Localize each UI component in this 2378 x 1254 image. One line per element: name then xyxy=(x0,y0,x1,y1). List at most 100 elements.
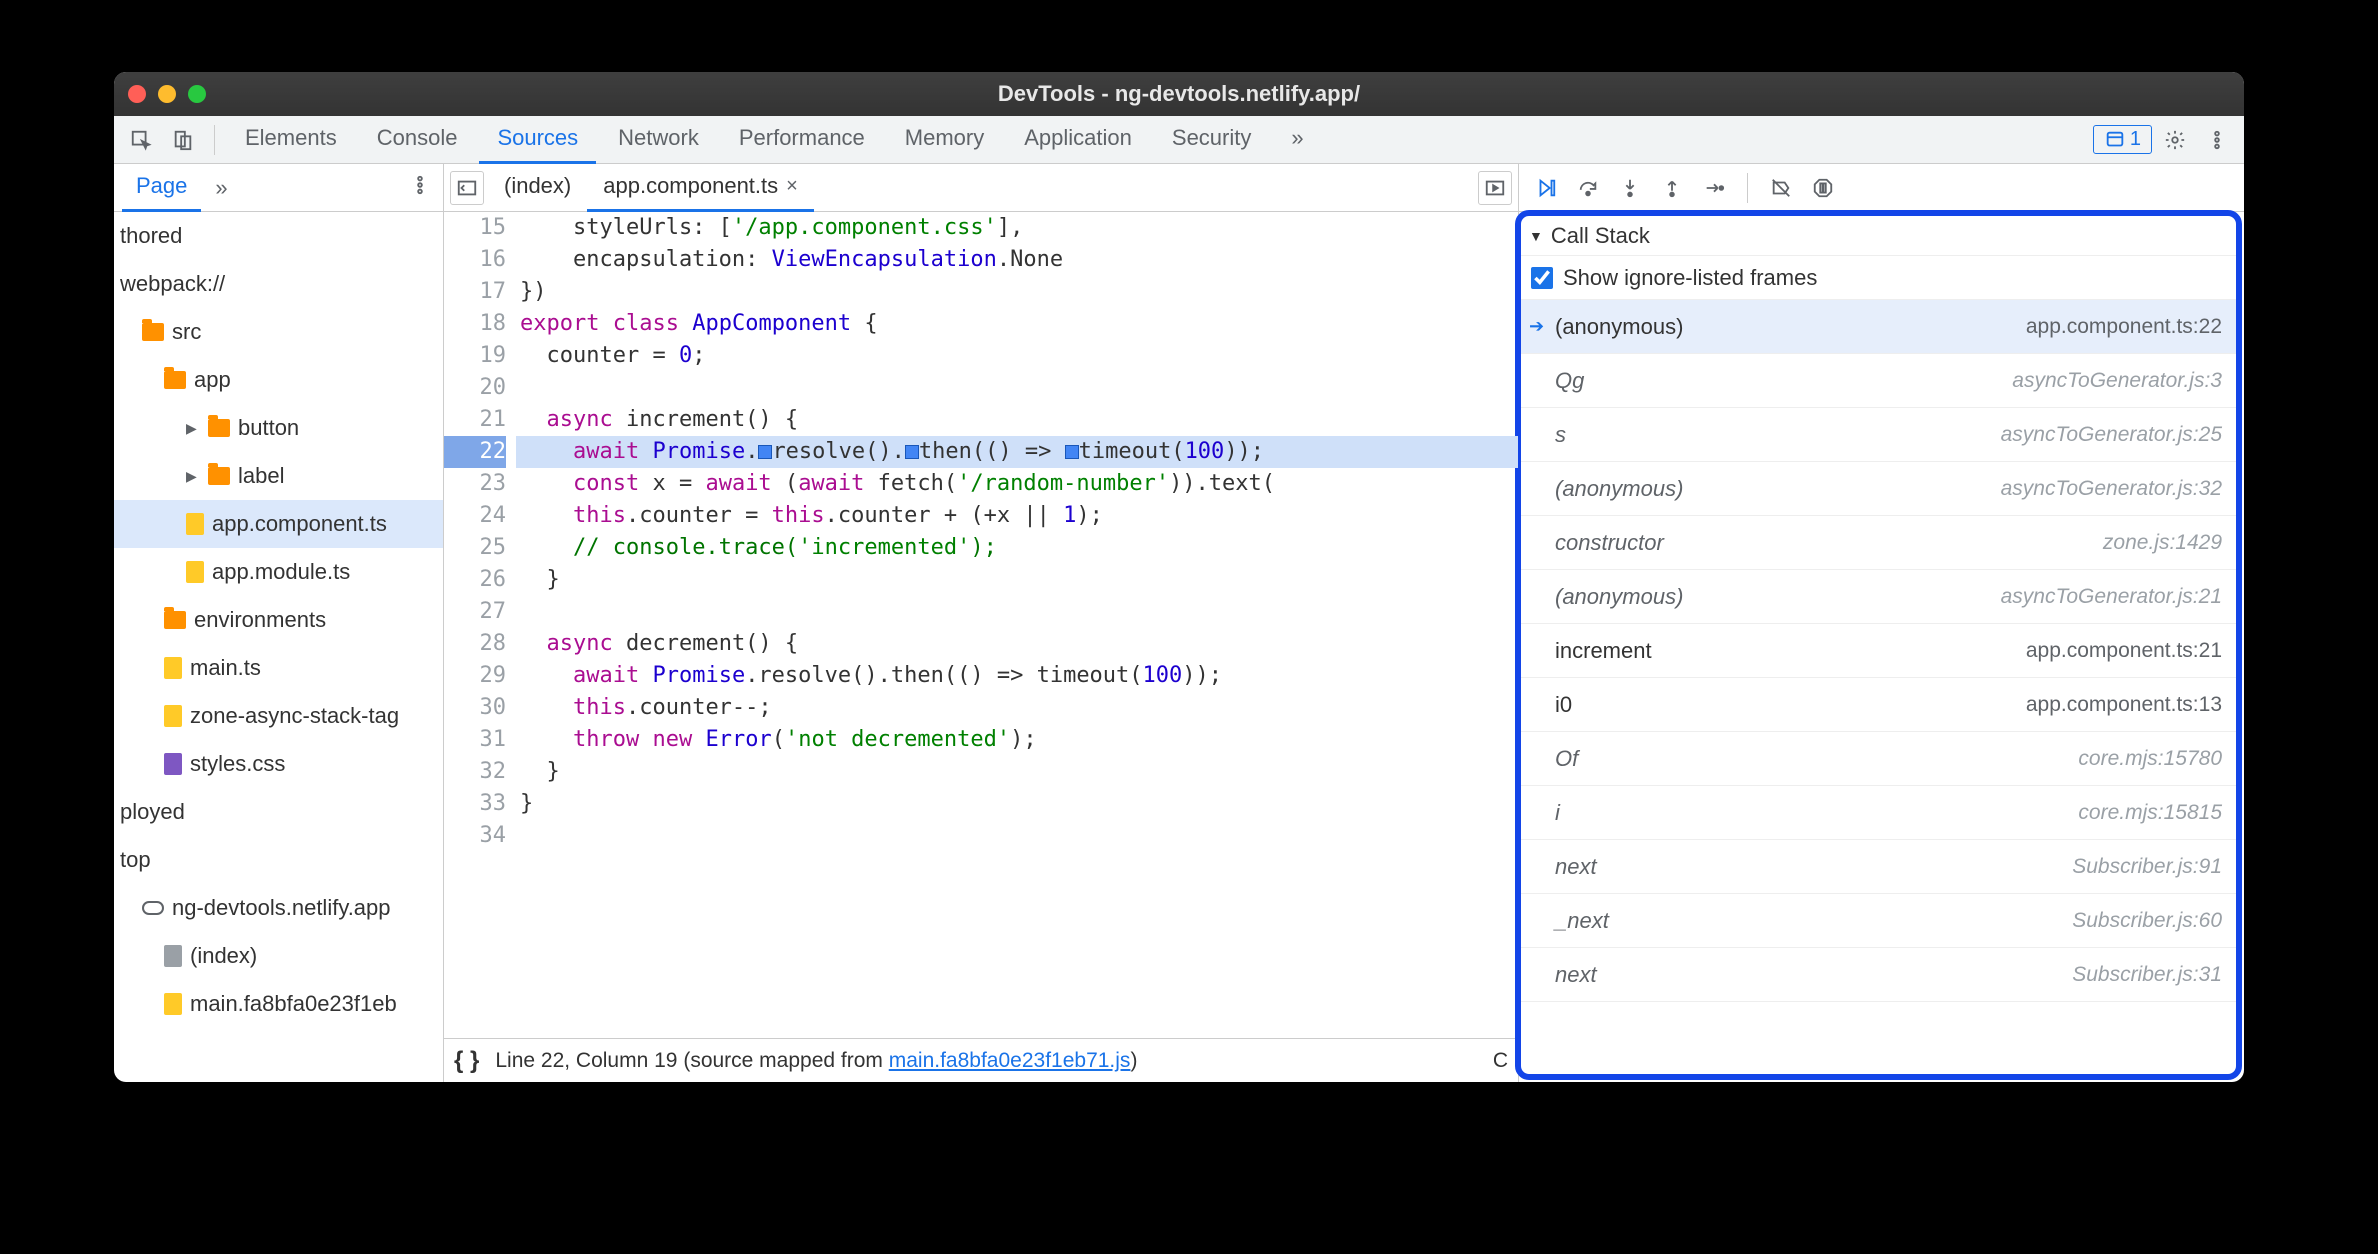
code-line[interactable]: } xyxy=(516,564,1518,596)
more-menu-icon[interactable] xyxy=(2198,121,2236,159)
code-line[interactable]: counter = 0; xyxy=(516,340,1518,372)
show-ignored-frames-option[interactable]: Show ignore-listed frames xyxy=(1521,256,2236,300)
settings-icon[interactable] xyxy=(2156,121,2194,159)
stack-frame[interactable]: QgasyncToGenerator.js:3 xyxy=(1521,354,2236,408)
stack-frame[interactable]: (anonymous)app.component.ts:22 xyxy=(1521,300,2236,354)
code-line[interactable]: async increment() { xyxy=(516,404,1518,436)
issues-count: 1 xyxy=(2130,128,2141,151)
stack-frame[interactable]: incrementapp.component.ts:21 xyxy=(1521,624,2236,678)
tree-file-zone-async-stack-tag[interactable]: zone-async-stack-tag xyxy=(114,692,443,740)
editor-tab-label: app.component.ts xyxy=(603,173,778,199)
tab-elements[interactable]: Elements xyxy=(227,116,355,164)
stack-frame[interactable]: sasyncToGenerator.js:25 xyxy=(1521,408,2236,462)
code-line[interactable]: async decrement() { xyxy=(516,628,1518,660)
device-toolbar-icon[interactable] xyxy=(164,121,202,159)
stack-frame[interactable]: nextSubscriber.js:31 xyxy=(1521,948,2236,1002)
code-editor[interactable]: 1516171819202122232425262728293031323334… xyxy=(444,212,1518,1038)
code-line[interactable]: } xyxy=(516,756,1518,788)
tree-item-label: zone-async-stack-tag xyxy=(190,705,399,727)
code-line[interactable]: this.counter = this.counter + (+x || 1); xyxy=(516,500,1518,532)
code-line[interactable]: await Promise.resolve().then(() => timeo… xyxy=(516,436,1518,468)
close-window-icon[interactable] xyxy=(128,85,146,103)
tree-label-thored[interactable]: thored xyxy=(114,212,443,260)
tree-folder-button[interactable]: ▶button xyxy=(114,404,443,452)
editor-pane: (index) app.component.ts × 151617181920212… xyxy=(444,164,1519,1082)
code-line[interactable] xyxy=(516,372,1518,404)
inspect-element-icon[interactable] xyxy=(122,121,160,159)
deactivate-breakpoints-icon[interactable] xyxy=(1764,171,1798,205)
tree-label-top[interactable]: top xyxy=(114,836,443,884)
stack-frame[interactable]: _nextSubscriber.js:60 xyxy=(1521,894,2236,948)
titlebar: DevTools - ng-devtools.netlify.app/ xyxy=(114,72,2244,116)
devtools-window: DevTools - ng-devtools.netlify.app/ Elem… xyxy=(114,72,2244,1082)
code-line[interactable]: styleUrls: ['/app.component.css'], xyxy=(516,212,1518,244)
issues-badge[interactable]: 1 xyxy=(2093,125,2152,154)
tab-console[interactable]: Console xyxy=(359,116,476,164)
step-icon[interactable] xyxy=(1697,171,1731,205)
resume-icon[interactable] xyxy=(1529,171,1563,205)
tree-file-styles-css[interactable]: styles.css xyxy=(114,740,443,788)
pretty-print-icon[interactable]: { } xyxy=(454,1047,479,1075)
tree-file-app-module-ts[interactable]: app.module.ts xyxy=(114,548,443,596)
code-line[interactable]: export class AppComponent { xyxy=(516,308,1518,340)
editor-history-icon[interactable] xyxy=(450,171,484,205)
source-map-link[interactable]: main.fa8bfa0e23f1eb71.js xyxy=(889,1049,1131,1072)
tree-file-main-fa8bfa0e23f1eb[interactable]: main.fa8bfa0e23f1eb xyxy=(114,980,443,1028)
step-over-icon[interactable] xyxy=(1571,171,1605,205)
frame-name: (anonymous) xyxy=(1555,584,1683,610)
zoom-window-icon[interactable] xyxy=(188,85,206,103)
code-line[interactable]: // console.trace('incremented'); xyxy=(516,532,1518,564)
debugger-pane: ▼ Call Stack Show ignore-listed frames (… xyxy=(1519,164,2244,1082)
tree-file-app-component-ts[interactable]: app.component.ts xyxy=(114,500,443,548)
step-out-icon[interactable] xyxy=(1655,171,1689,205)
tab-security[interactable]: Security xyxy=(1154,116,1269,164)
tree-folder-src[interactable]: src xyxy=(114,308,443,356)
pause-on-exceptions-icon[interactable] xyxy=(1806,171,1840,205)
code-line[interactable] xyxy=(516,820,1518,852)
close-tab-icon[interactable]: × xyxy=(786,175,798,198)
stack-frame[interactable]: nextSubscriber.js:91 xyxy=(1521,840,2236,894)
tree-folder-label[interactable]: ▶label xyxy=(114,452,443,500)
navigator-overflow-icon[interactable]: » xyxy=(207,175,235,201)
stack-frame[interactable]: Ofcore.mjs:15780 xyxy=(1521,732,2236,786)
folder-icon xyxy=(208,467,230,485)
step-into-icon[interactable] xyxy=(1613,171,1647,205)
code-line[interactable]: const x = await (await fetch('/random-nu… xyxy=(516,468,1518,500)
tree-label-ployed[interactable]: ployed xyxy=(114,788,443,836)
tabs-overflow-icon[interactable]: » xyxy=(1273,116,1321,164)
navigator-more-icon[interactable] xyxy=(405,174,435,202)
tab-memory[interactable]: Memory xyxy=(887,116,1002,164)
tab-performance[interactable]: Performance xyxy=(721,116,883,164)
code-line[interactable]: this.counter--; xyxy=(516,692,1518,724)
minimize-window-icon[interactable] xyxy=(158,85,176,103)
call-stack-panel: ▼ Call Stack Show ignore-listed frames (… xyxy=(1515,210,2242,1080)
run-snippet-icon[interactable] xyxy=(1478,171,1512,205)
code-line[interactable]: throw new Error('not decremented'); xyxy=(516,724,1518,756)
code-line[interactable]: }) xyxy=(516,276,1518,308)
stack-frame[interactable]: (anonymous)asyncToGenerator.js:21 xyxy=(1521,570,2236,624)
tree-file--index-[interactable]: (index) xyxy=(114,932,443,980)
editor-tab--index-[interactable]: (index) xyxy=(488,164,587,212)
navigator-tab-page[interactable]: Page xyxy=(122,164,201,212)
tree-folder-environments[interactable]: environments xyxy=(114,596,443,644)
stack-frame[interactable]: (anonymous)asyncToGenerator.js:32 xyxy=(1521,462,2236,516)
tree-folder-app[interactable]: app xyxy=(114,356,443,404)
tab-sources[interactable]: Sources xyxy=(479,116,596,164)
code-line[interactable]: } xyxy=(516,788,1518,820)
stack-frame[interactable]: i0app.component.ts:13 xyxy=(1521,678,2236,732)
show-ignored-checkbox[interactable] xyxy=(1531,267,1553,289)
tree-file-main-ts[interactable]: main.ts xyxy=(114,644,443,692)
tab-network[interactable]: Network xyxy=(600,116,717,164)
stack-frame[interactable]: constructorzone.js:1429 xyxy=(1521,516,2236,570)
tree-cloud-ng-devtools-netlify-app[interactable]: ng-devtools.netlify.app xyxy=(114,884,443,932)
code-line[interactable] xyxy=(516,596,1518,628)
stack-frame[interactable]: icore.mjs:15815 xyxy=(1521,786,2236,840)
tab-application[interactable]: Application xyxy=(1006,116,1150,164)
tree-label-webpack-[interactable]: webpack:// xyxy=(114,260,443,308)
editor-tab-app-component-ts[interactable]: app.component.ts × xyxy=(587,164,814,212)
cloud-icon xyxy=(142,901,164,915)
code-line[interactable]: await Promise.resolve().then(() => timeo… xyxy=(516,660,1518,692)
call-stack-header[interactable]: ▼ Call Stack xyxy=(1521,216,2236,256)
code-line[interactable]: encapsulation: ViewEncapsulation.None xyxy=(516,244,1518,276)
frame-name: Of xyxy=(1555,746,1578,772)
